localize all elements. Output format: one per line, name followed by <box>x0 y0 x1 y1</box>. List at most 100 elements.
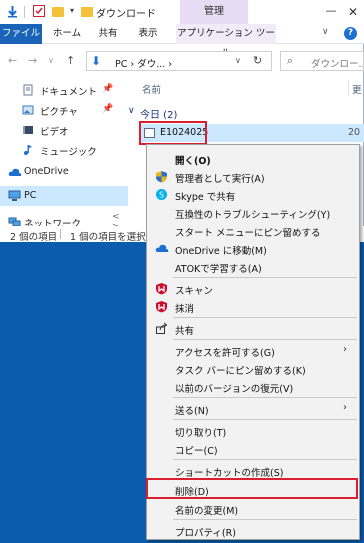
menu-item-label: 開く(O) <box>175 156 211 167</box>
address-path[interactable]: PC › ダウ... › <box>115 56 172 70</box>
menu-separator <box>173 419 357 420</box>
onedrive-cloud-icon <box>155 242 169 255</box>
properties-checkmark-icon[interactable] <box>33 5 45 17</box>
up-arrow-icon[interactable]: ↑ <box>66 54 75 67</box>
menu-item-atok-learn[interactable]: ATOKで学習する(A) <box>147 257 359 276</box>
title-folder-icon <box>81 7 93 17</box>
submenu-arrow-icon: › <box>343 344 347 355</box>
tab-application-tools[interactable]: アプリケーション ツール <box>176 24 276 59</box>
share-icon <box>155 322 168 335</box>
mcafee-shield-icon <box>155 300 168 313</box>
close-button[interactable]: ✕ <box>342 0 364 24</box>
delete-highlight-annotation <box>146 478 358 499</box>
menu-item-send-to[interactable]: 送る(N) › <box>147 399 359 418</box>
menu-separator <box>173 397 357 398</box>
menu-item-open[interactable]: 開く(O) <box>147 149 359 168</box>
file-highlight-annotation <box>139 121 207 145</box>
recent-locations-icon[interactable]: ∨ <box>48 56 54 65</box>
menu-item-share[interactable]: 共有 <box>147 319 359 338</box>
menu-item-pin-taskbar[interactable]: タスク バーにピン留めする(K) <box>147 359 359 378</box>
menu-item-label: 管理者として実行(A) <box>175 174 265 185</box>
menu-separator <box>173 317 357 318</box>
ribbon-tabs: ファイル ホーム 共有 表示 アプリケーション ツール ∨ ? <box>0 24 364 59</box>
ribbon-expand-icon[interactable]: ∨ <box>322 27 329 37</box>
forward-arrow-icon[interactable]: → <box>28 54 37 67</box>
back-arrow-icon[interactable]: ← <box>8 54 17 67</box>
search-icon: ⌕ <box>287 54 294 67</box>
minimize-button[interactable]: — <box>320 0 342 24</box>
help-icon[interactable]: ? <box>344 27 357 40</box>
refresh-icon[interactable]: ↻ <box>253 54 262 67</box>
column-header-name[interactable]: 名前 <box>142 82 161 96</box>
sidebar-item-label: ドキュメント <box>40 87 98 98</box>
skype-icon: S <box>155 188 168 201</box>
navigation-pane: ドキュメント 📌 ピクチャ 📌 ビデオ ミュージック OneDrive PC ネ… <box>0 78 128 232</box>
menu-item-shred[interactable]: 抹消 <box>147 297 359 316</box>
menu-item-pin-start[interactable]: スタート メニューにピン留めする <box>147 221 359 240</box>
sidebar-item-videos[interactable]: ビデオ <box>0 120 128 140</box>
menu-item-scan[interactable]: スキャン <box>147 279 359 298</box>
menu-item-label: ショートカットの作成(S) <box>175 468 284 479</box>
menu-item-label: ATOKで学習する(A) <box>175 264 262 275</box>
sidebar-item-label: PC <box>24 190 37 201</box>
address-bar[interactable]: ⬇ PC › ダウ... › ∨ ↻ <box>86 51 272 71</box>
search-box[interactable]: ⌕ ダウンロー... <box>280 51 364 71</box>
address-row: ← → ∨ ↑ ⬇ PC › ダウ... › ∨ ↻ ⌕ ダウンロー... <box>0 46 364 76</box>
menu-item-rename[interactable]: 名前の変更(M) <box>147 499 359 518</box>
menu-item-label: 送る(N) <box>175 406 209 417</box>
window-title: ダウンロード <box>96 9 156 20</box>
sidebar-item-network[interactable]: ネットワーク <box>0 212 128 226</box>
tab-view[interactable]: 表示 <box>133 24 163 44</box>
sidebar-item-label: ネットワーク <box>24 219 82 226</box>
menu-item-label: 抹消 <box>175 304 195 315</box>
menu-item-properties[interactable]: プロパティ(R) <box>147 521 359 540</box>
menu-item-label: 切り取り(T) <box>175 428 227 439</box>
menu-item-label: 名前の変更(M) <box>175 506 239 517</box>
menu-item-label: スキャン <box>175 286 214 297</box>
menu-item-run-as-admin[interactable]: 管理者として実行(A) <box>147 167 359 186</box>
menu-item-skype-share[interactable]: S Skype で共有 <box>147 185 359 204</box>
menu-item-restore-versions[interactable]: 以前のバージョンの復元(V) <box>147 377 359 396</box>
sidebar-item-pictures[interactable]: ピクチャ 📌 <box>0 100 128 120</box>
column-divider[interactable] <box>348 80 349 96</box>
search-input[interactable]: ダウンロー... <box>311 56 363 70</box>
sidebar-item-label: ミュージック <box>40 147 97 158</box>
sidebar-scroll-arrows[interactable]: < > <box>112 212 128 232</box>
network-icon <box>8 216 21 226</box>
tab-share[interactable]: 共有 <box>93 24 123 44</box>
new-folder-icon[interactable] <box>52 7 64 17</box>
uac-shield-icon <box>155 170 168 183</box>
sidebar-item-music[interactable]: ミュージック <box>0 140 128 160</box>
sidebar-item-documents[interactable]: ドキュメント 📌 <box>0 80 128 100</box>
menu-item-onedrive-move[interactable]: OneDrive に移動(M) <box>147 239 359 258</box>
menu-item-label: プロパティ(R) <box>175 528 236 539</box>
menu-item-cut[interactable]: 切り取り(T) <box>147 421 359 440</box>
videos-icon <box>22 124 34 136</box>
status-separator <box>60 229 61 239</box>
tab-home[interactable]: ホーム <box>50 24 84 44</box>
download-location-icon: ⬇ <box>91 54 102 68</box>
sidebar-item-onedrive[interactable]: OneDrive <box>0 162 128 182</box>
address-dropdown-icon[interactable]: ∨ <box>235 56 241 65</box>
menu-item-troubleshoot[interactable]: 互換性のトラブルシューティング(Y) <box>147 203 359 222</box>
documents-icon <box>22 84 34 96</box>
cloud-icon <box>8 166 22 178</box>
group-collapse-icon[interactable]: ∨ <box>128 106 135 116</box>
music-note-icon <box>22 144 34 156</box>
submenu-arrow-icon: › <box>343 402 347 413</box>
computer-icon <box>8 190 21 202</box>
sidebar-item-label: ピクチャ <box>40 107 78 118</box>
title-bar: ▾ ダウンロード 管理 — ✕ <box>0 0 364 24</box>
menu-item-copy[interactable]: コピー(C) <box>147 439 359 458</box>
tab-file[interactable]: ファイル <box>0 24 42 44</box>
manage-context-header: 管理 <box>180 0 248 24</box>
menu-item-label: スタート メニューにピン留めする <box>175 228 321 239</box>
quick-access-arrow-icon[interactable] <box>6 5 19 18</box>
svg-text:S: S <box>159 191 164 200</box>
menu-item-label: Skype で共有 <box>175 192 236 203</box>
group-header-today[interactable]: 今日 (2) <box>140 106 177 121</box>
pin-icon: 📌 <box>102 84 114 94</box>
sidebar-item-pc[interactable]: PC <box>0 186 128 206</box>
menu-item-grant-access[interactable]: アクセスを許可する(G) › <box>147 341 359 360</box>
column-header-date[interactable]: 更 <box>352 82 362 96</box>
